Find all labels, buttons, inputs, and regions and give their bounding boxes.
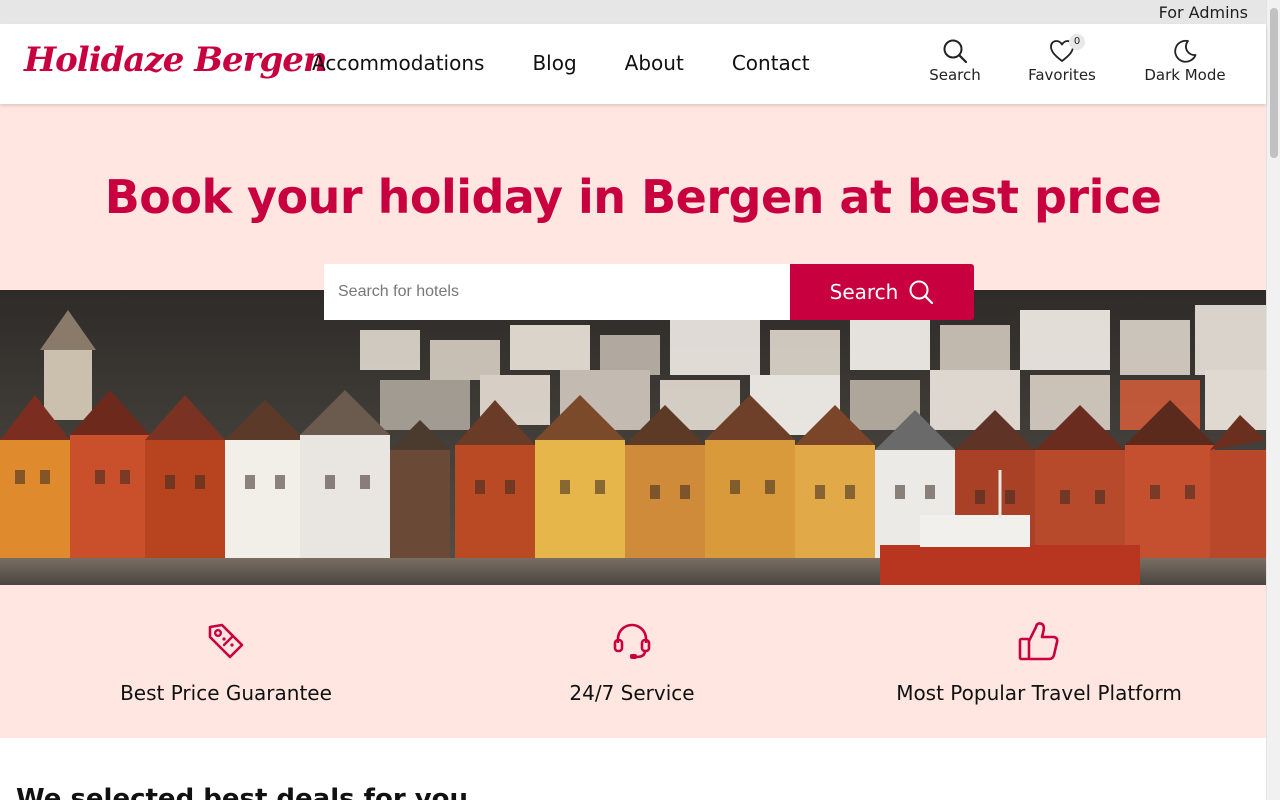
hotel-search-button[interactable]: Search bbox=[790, 264, 974, 320]
site-header: Holidaze Bergen Accommodations Blog Abou… bbox=[0, 24, 1266, 104]
for-admins-link[interactable]: For Admins bbox=[1159, 3, 1248, 22]
feature-best-price: Best Price Guarantee bbox=[26, 619, 426, 705]
nav-accommodations[interactable]: Accommodations bbox=[312, 51, 484, 75]
deals-section-title: We selected best deals for you bbox=[16, 784, 469, 800]
search-icon bbox=[909, 280, 934, 305]
feature-label: 24/7 Service bbox=[569, 681, 695, 705]
hero-title: Book your holiday in Bergen at best pric… bbox=[104, 170, 1162, 224]
site-logo[interactable]: Holidaze Bergen bbox=[24, 40, 328, 80]
moon-icon bbox=[1174, 39, 1197, 63]
main-nav: Accommodations Blog About Contact bbox=[312, 51, 810, 75]
feature-label: Most Popular Travel Platform bbox=[896, 681, 1182, 705]
favorites-count-badge: 0 bbox=[1069, 34, 1085, 50]
nav-contact[interactable]: Contact bbox=[732, 51, 810, 75]
header-search-button[interactable]: Search bbox=[929, 38, 981, 84]
admin-bar: For Admins bbox=[0, 0, 1266, 24]
thumbs-up-icon bbox=[1018, 622, 1059, 661]
nav-about[interactable]: About bbox=[625, 51, 684, 75]
dark-mode-label: Dark Mode bbox=[1144, 66, 1226, 84]
bergen-harbour-photo bbox=[0, 290, 1266, 585]
search-label: Search bbox=[929, 66, 981, 84]
feature-label: Best Price Guarantee bbox=[120, 681, 332, 705]
features-section: Best Price Guarantee 24/7 Service Most P… bbox=[0, 585, 1266, 738]
page-scrollbar[interactable] bbox=[1266, 0, 1280, 800]
hotel-search-bar: Search bbox=[324, 264, 974, 320]
search-icon bbox=[943, 39, 968, 64]
hero-section: Book your holiday in Bergen at best pric… bbox=[0, 104, 1266, 290]
hotel-search-input[interactable] bbox=[324, 264, 790, 320]
favorites-button[interactable]: 0 Favorites bbox=[1025, 34, 1099, 84]
search-button-label: Search bbox=[829, 280, 899, 304]
dark-mode-toggle[interactable]: Dark Mode bbox=[1142, 38, 1228, 84]
headset-icon bbox=[613, 623, 651, 659]
price-tag-icon bbox=[208, 623, 244, 659]
nav-blog[interactable]: Blog bbox=[532, 51, 576, 75]
scrollbar-thumb[interactable] bbox=[1270, 8, 1278, 158]
feature-service: 24/7 Service bbox=[432, 619, 832, 705]
favorites-label: Favorites bbox=[1028, 66, 1096, 84]
feature-popular: Most Popular Travel Platform bbox=[839, 619, 1239, 705]
